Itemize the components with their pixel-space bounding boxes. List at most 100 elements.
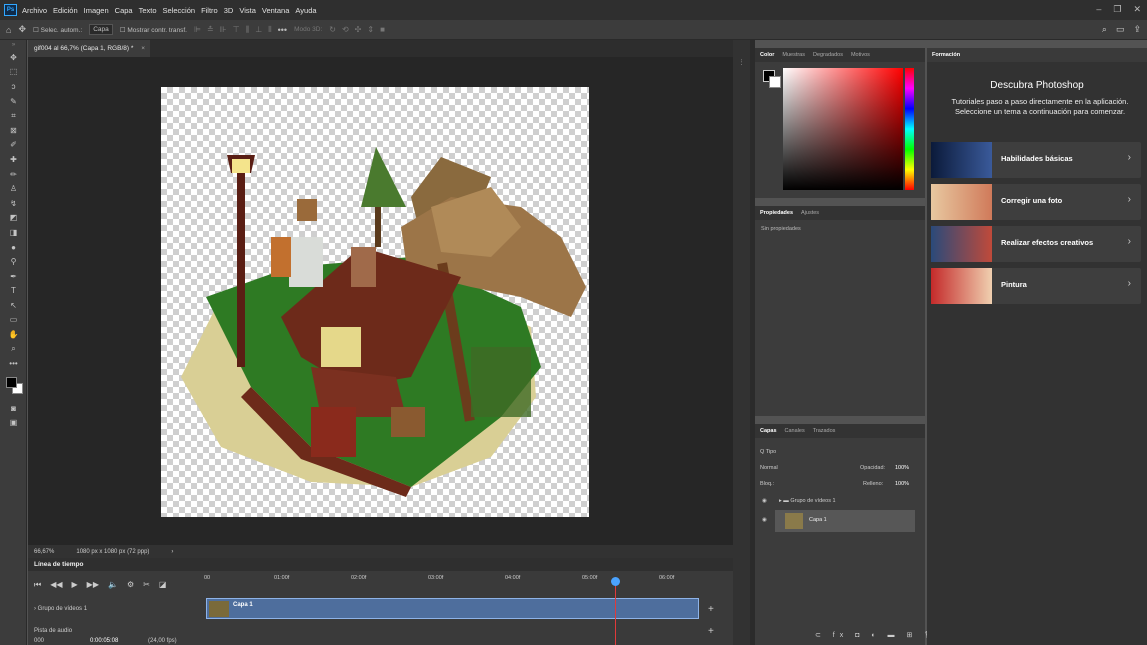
background-color-chip[interactable] — [769, 76, 781, 88]
history-brush-tool-icon[interactable]: ↯ — [0, 196, 27, 211]
move-tool-icon[interactable]: ✥ — [18, 24, 26, 35]
orbit-3d-icon[interactable]: ↻ — [329, 25, 336, 34]
eyedropper-tool-icon[interactable]: ✐ — [0, 138, 27, 153]
quick-mask-icon[interactable]: ◙ — [0, 401, 27, 416]
add-audio-icon[interactable]: + — [708, 626, 714, 637]
first-frame-icon[interactable]: ⏮ — [34, 580, 41, 590]
tab-ajustes[interactable]: Ajustes — [801, 210, 819, 216]
align-top-icon[interactable]: ⊤ — [233, 25, 240, 34]
share-icon[interactable]: ⇪ — [1133, 24, 1141, 35]
menu-seleccion[interactable]: Selección — [163, 6, 196, 15]
card-pintura[interactable]: Pintura › — [931, 268, 1141, 304]
transform-controls-checkbox[interactable]: ☐ Mostrar contr. transf. — [120, 26, 187, 34]
rectangle-tool-icon[interactable]: ▭ — [0, 313, 27, 328]
distribute-icon[interactable]: ⫴ — [268, 25, 271, 35]
slide-3d-icon[interactable]: ⇕ — [367, 25, 374, 34]
tab-trazados[interactable]: Trazados — [813, 428, 836, 434]
hand-tool-icon[interactable]: ✋ — [0, 327, 27, 342]
blend-mode-select[interactable]: Normal — [760, 465, 778, 471]
pan-3d-icon[interactable]: ✣ — [355, 25, 362, 34]
blur-tool-icon[interactable]: ● — [0, 240, 27, 255]
zoom-level[interactable]: 66,67% — [34, 549, 54, 555]
quick-select-tool-icon[interactable]: ✎ — [0, 94, 27, 109]
gradient-tool-icon[interactable]: ◨ — [0, 225, 27, 240]
video-group-row[interactable]: › Grupo de vídeos 1 — [34, 606, 87, 612]
more-options-icon[interactable]: ••• — [278, 25, 287, 35]
prev-frame-icon[interactable]: ◀◀ — [50, 580, 62, 590]
healing-tool-icon[interactable]: ✚ — [0, 152, 27, 167]
opacity-value[interactable]: 100% — [895, 465, 909, 471]
screen-mode-icon[interactable]: ▣ — [0, 416, 27, 431]
frame-tool-icon[interactable]: ⊠ — [0, 123, 27, 138]
layer-group-row[interactable]: ▸ ▬ Grupo de vídeos 1 — [779, 498, 836, 504]
menu-ventana[interactable]: Ventana — [262, 6, 290, 15]
eraser-tool-icon[interactable]: ◩ — [0, 211, 27, 226]
properties-dock-icon[interactable]: ⫶ — [733, 58, 750, 68]
status-chevron-icon[interactable]: › — [171, 549, 173, 555]
camera-3d-icon[interactable]: ■ — [380, 25, 385, 34]
video-clip[interactable]: Capa 1 — [206, 598, 699, 619]
menu-texto[interactable]: Texto — [139, 6, 157, 15]
card-efectos-creativos[interactable]: Realizar efectos creativos › — [931, 226, 1141, 262]
layer-filter[interactable]: Q Tipo — [760, 449, 776, 455]
restore-icon[interactable]: ❐ — [1113, 4, 1121, 15]
home-icon[interactable]: ⌂ — [6, 25, 11, 35]
document-canvas[interactable] — [161, 87, 589, 517]
workspace-icon[interactable]: ▭ — [1116, 24, 1125, 35]
path-select-tool-icon[interactable]: ↖ — [0, 298, 27, 313]
foreground-color-swatch[interactable] — [6, 377, 17, 389]
transition-icon[interactable]: ◪ — [159, 580, 167, 590]
hue-slider[interactable] — [905, 68, 914, 190]
minimize-icon[interactable]: – — [1096, 4, 1101, 15]
menu-vista[interactable]: Vista — [239, 6, 256, 15]
search-icon[interactable]: ⌕ — [1102, 24, 1107, 35]
align-left-icon[interactable]: ⊫ — [194, 25, 201, 34]
layer-visibility-icon[interactable]: ◉ — [762, 517, 767, 523]
next-frame-icon[interactable]: ▶▶ — [87, 580, 99, 590]
stamp-tool-icon[interactable]: ♙ — [0, 181, 27, 196]
menu-imagen[interactable]: Imagen — [84, 6, 109, 15]
audio-icon[interactable]: 🔈 — [108, 580, 118, 590]
settings-icon[interactable]: ⚙ — [127, 580, 134, 590]
collapse-toolbar-icon[interactable]: » — [0, 40, 27, 50]
brush-tool-icon[interactable]: ✏ — [0, 167, 27, 182]
tab-motivos[interactable]: Motivos — [851, 52, 870, 58]
align-right-icon[interactable]: ⊪ — [220, 25, 227, 34]
fill-value[interactable]: 100% — [895, 481, 909, 487]
layer-actions[interactable]: ⊂ fx ◘ ◐ ▬ ⊞ 🗑 — [815, 631, 938, 639]
layer-row-selected[interactable]: Capa 1 — [775, 510, 915, 532]
align-center-icon[interactable]: ≛ — [207, 25, 214, 34]
tab-muestras[interactable]: Muestras — [782, 52, 805, 58]
type-tool-icon[interactable]: T — [0, 284, 27, 299]
move-tool-icon[interactable]: ✥ — [0, 50, 27, 65]
marquee-tool-icon[interactable]: ⬚ — [0, 65, 27, 80]
timeline-ruler[interactable]: 00 01:00f 02:00f 03:00f 04:00f 05:00f 06… — [204, 573, 718, 587]
card-corregir-foto[interactable]: Corregir una foto › — [931, 184, 1141, 220]
menu-filtro[interactable]: Filtro — [201, 6, 218, 15]
menu-edicion[interactable]: Edición — [53, 6, 78, 15]
learn-tab[interactable]: Formación — [927, 48, 1147, 62]
card-habilidades-basicas[interactable]: Habilidades básicas › — [931, 142, 1141, 178]
group-visibility-icon[interactable]: ◉ — [762, 498, 767, 504]
layer-select-dropdown[interactable]: Capa — [89, 24, 113, 35]
menu-archivo[interactable]: Archivo — [22, 6, 47, 15]
color-swatches[interactable] — [0, 371, 27, 401]
lasso-tool-icon[interactable]: ↄ — [0, 79, 27, 94]
play-icon[interactable]: ▶ — [72, 580, 78, 590]
dodge-tool-icon[interactable]: ⚲ — [0, 254, 27, 269]
tab-propiedades[interactable]: Propiedades — [760, 210, 793, 216]
align-middle-icon[interactable]: ⫼ — [246, 25, 250, 35]
crop-tool-icon[interactable]: ⌗ — [0, 108, 27, 123]
document-tab[interactable]: gif004 al 66,7% (Capa 1, RGB/8) * × — [28, 40, 150, 57]
pen-tool-icon[interactable]: ✒ — [0, 269, 27, 284]
align-bottom-icon[interactable]: ⊥ — [255, 25, 262, 34]
close-tab-icon[interactable]: × — [141, 45, 145, 52]
color-picker-field[interactable] — [783, 68, 903, 190]
menu-3d[interactable]: 3D — [224, 6, 234, 15]
tab-color[interactable]: Color — [760, 52, 774, 58]
split-icon[interactable]: ✂ — [143, 580, 150, 590]
menu-capa[interactable]: Capa — [115, 6, 133, 15]
auto-select-checkbox[interactable]: ☐ Selec. autom.: — [33, 26, 82, 34]
add-media-icon[interactable]: + — [708, 604, 714, 615]
roll-3d-icon[interactable]: ⟲ — [342, 25, 349, 34]
